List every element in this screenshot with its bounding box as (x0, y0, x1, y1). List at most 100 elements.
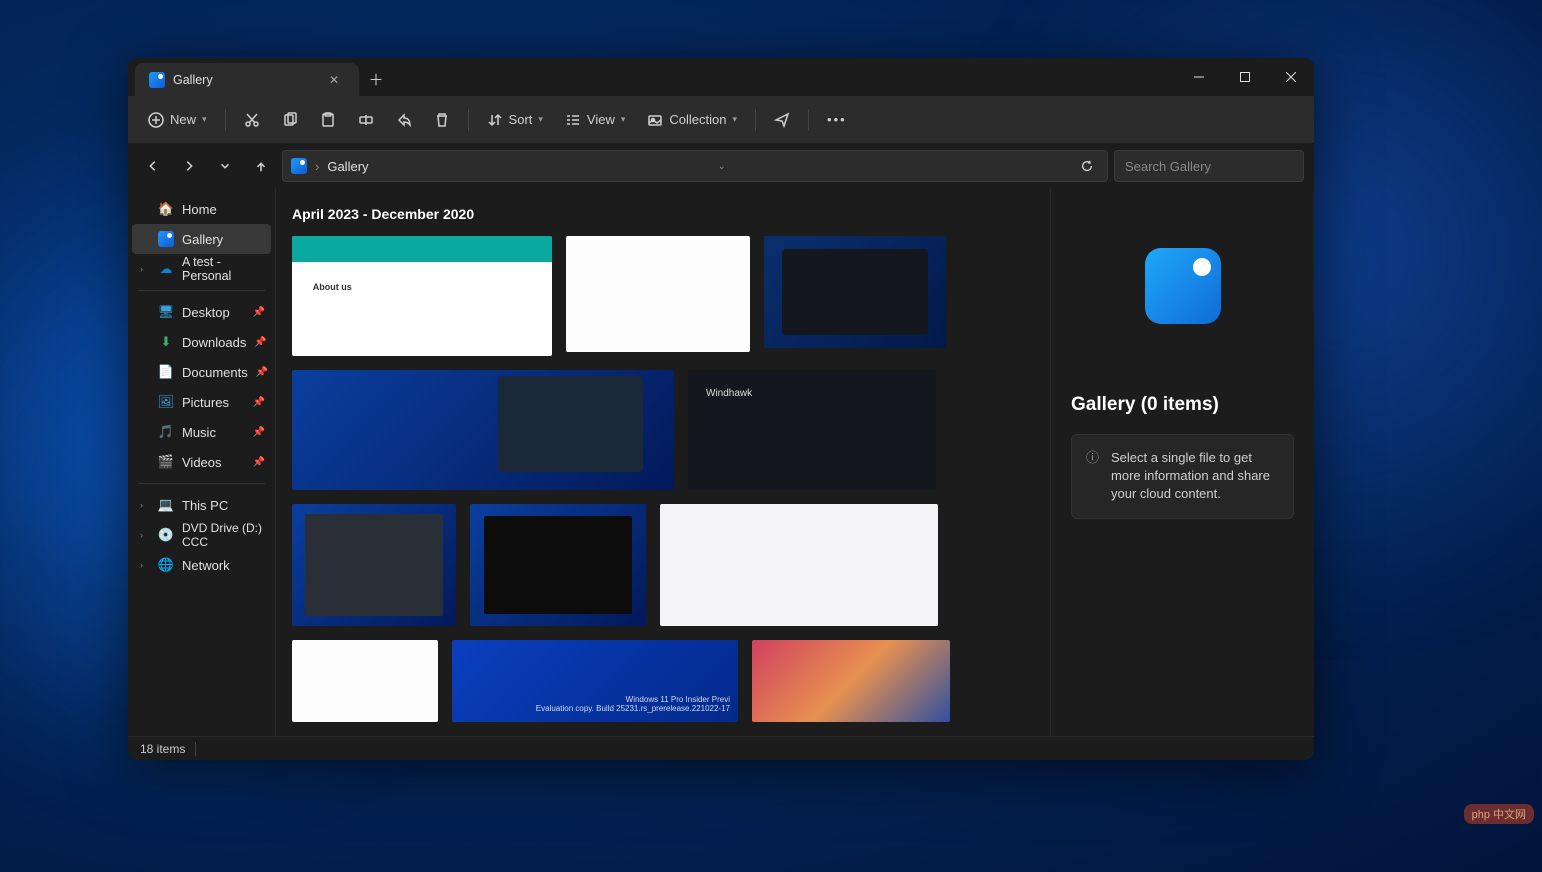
thumbnail-item[interactable]: Windows 11 Pro Insider Previ Evaluation … (452, 640, 738, 722)
cut-icon (244, 112, 260, 128)
cloud-icon: ☁ (158, 261, 174, 277)
new-tab-button[interactable]: ＋ (359, 63, 393, 96)
sidebar-item-network[interactable]: ›🌐Network (128, 550, 275, 580)
minimize-button[interactable] (1176, 58, 1222, 96)
pc-icon: 💻 (158, 497, 174, 513)
pin-icon: 📌 (253, 457, 265, 468)
music-icon: 🎵 (158, 424, 174, 440)
pin-icon: 📌 (253, 307, 265, 318)
address-bar[interactable]: › Gallery ⌄ (282, 150, 1108, 182)
search-box[interactable] (1114, 150, 1304, 182)
navigation-pane: 🏠Home Gallery ›☁A test - Personal 🖥Deskt… (128, 188, 276, 736)
tab-title: Gallery (173, 73, 213, 87)
sidebar-item-desktop[interactable]: 🖥Desktop📌 (128, 297, 275, 327)
up-button[interactable] (246, 151, 276, 181)
thumbnail-item[interactable] (292, 370, 674, 490)
send-button[interactable] (764, 106, 800, 134)
gallery-content: April 2023 - December 2020 About us Wind… (276, 188, 1050, 736)
sidebar-item-home[interactable]: 🏠Home (128, 194, 275, 224)
thumbnail-item[interactable] (752, 640, 950, 722)
sidebar-item-pictures[interactable]: 🖼Pictures📌 (128, 387, 275, 417)
chevron-right-icon[interactable]: › (140, 530, 143, 540)
sidebar-item-music[interactable]: 🎵Music📌 (128, 417, 275, 447)
view-icon (565, 112, 581, 128)
new-button[interactable]: New ▾ (138, 106, 217, 134)
details-pane: Gallery (0 items) ⓘ Select a single file… (1050, 188, 1314, 736)
gallery-icon (158, 231, 174, 247)
recent-button[interactable] (210, 151, 240, 181)
details-info-text: Select a single file to get more informa… (1111, 449, 1279, 504)
search-input[interactable] (1125, 159, 1301, 174)
forward-button[interactable] (174, 151, 204, 181)
chevron-right-icon[interactable]: › (140, 560, 143, 570)
pictures-icon: 🖼 (158, 394, 174, 410)
tab-gallery[interactable]: Gallery ✕ (135, 63, 359, 96)
sidebar-item-videos[interactable]: 🎬Videos📌 (128, 447, 275, 477)
file-explorer-window: Gallery ✕ ＋ New ▾ Sort ▾ View (128, 58, 1314, 760)
thumbnail-item[interactable] (764, 236, 946, 348)
details-title: Gallery (0 items) (1071, 394, 1219, 416)
pin-icon: 📌 (253, 397, 265, 408)
send-icon (774, 112, 790, 128)
navigation-bar: › Gallery ⌄ (128, 144, 1314, 188)
thumbnail-item[interactable] (292, 640, 438, 722)
info-icon: ⓘ (1086, 449, 1099, 504)
disc-icon: 💿 (158, 527, 174, 543)
breadcrumb-location: Gallery (327, 159, 368, 174)
chevron-down-icon: ▾ (733, 114, 738, 125)
thumbnail-item[interactable]: Windhawk (688, 370, 936, 490)
close-tab-button[interactable]: ✕ (323, 69, 345, 91)
documents-icon: 📄 (158, 364, 174, 380)
trash-icon (434, 112, 450, 128)
sidebar-item-gallery[interactable]: Gallery (132, 224, 271, 254)
refresh-button[interactable] (1075, 151, 1099, 181)
thumbnail-item[interactable] (566, 236, 750, 352)
sidebar-item-downloads[interactable]: ⬇Downloads📌 (128, 327, 275, 357)
ellipsis-icon: ••• (827, 112, 847, 127)
sidebar-item-thispc[interactable]: ›💻This PC (128, 490, 275, 520)
chevron-right-icon[interactable]: › (140, 264, 143, 274)
item-count: 18 items (140, 742, 185, 756)
view-button[interactable]: View ▾ (555, 106, 635, 134)
desktop-icon: 🖥 (158, 304, 174, 320)
rename-icon (358, 112, 374, 128)
cut-button[interactable] (234, 106, 270, 134)
videos-icon: 🎬 (158, 454, 174, 470)
share-icon (396, 112, 412, 128)
thumbnail-item[interactable]: About us (292, 236, 552, 356)
more-button[interactable]: ••• (817, 106, 857, 133)
status-bar: 18 items (128, 736, 1314, 760)
chevron-down-icon[interactable]: ⌄ (718, 161, 726, 172)
copy-button[interactable] (272, 106, 308, 134)
thumbnail-item[interactable] (660, 504, 938, 626)
sort-button[interactable]: Sort ▾ (477, 106, 553, 134)
gallery-large-icon (1145, 248, 1221, 324)
share-button[interactable] (386, 106, 422, 134)
back-button[interactable] (138, 151, 168, 181)
collection-button[interactable]: Collection ▾ (637, 106, 747, 134)
watermark: php 中文网 (1464, 804, 1534, 824)
chevron-down-icon: ▾ (538, 114, 543, 125)
maximize-button[interactable] (1222, 58, 1268, 96)
chevron-down-icon: ▾ (621, 114, 626, 125)
gallery-icon (291, 158, 307, 174)
thumbnail-item[interactable] (470, 504, 646, 626)
chevron-down-icon: ▾ (202, 114, 207, 125)
details-info-box: ⓘ Select a single file to get more infor… (1071, 434, 1294, 519)
paste-button[interactable] (310, 106, 346, 134)
pin-icon: 📌 (254, 337, 266, 348)
thumbnail-item[interactable] (292, 504, 456, 626)
toolbar: New ▾ Sort ▾ View ▾ Collection ▾ ••• (128, 96, 1314, 144)
chevron-right-icon[interactable]: › (140, 500, 143, 510)
pin-icon: 📌 (253, 427, 265, 438)
collection-icon (647, 112, 663, 128)
sidebar-item-dvd[interactable]: ›💿DVD Drive (D:) CCC (128, 520, 275, 550)
sort-icon (487, 112, 503, 128)
sidebar-item-onedrive[interactable]: ›☁A test - Personal (128, 254, 275, 284)
downloads-icon: ⬇ (158, 334, 174, 350)
delete-button[interactable] (424, 106, 460, 134)
sidebar-item-documents[interactable]: 📄Documents📌 (128, 357, 275, 387)
close-window-button[interactable] (1268, 58, 1314, 96)
pin-icon: 📌 (256, 367, 268, 378)
rename-button[interactable] (348, 106, 384, 134)
